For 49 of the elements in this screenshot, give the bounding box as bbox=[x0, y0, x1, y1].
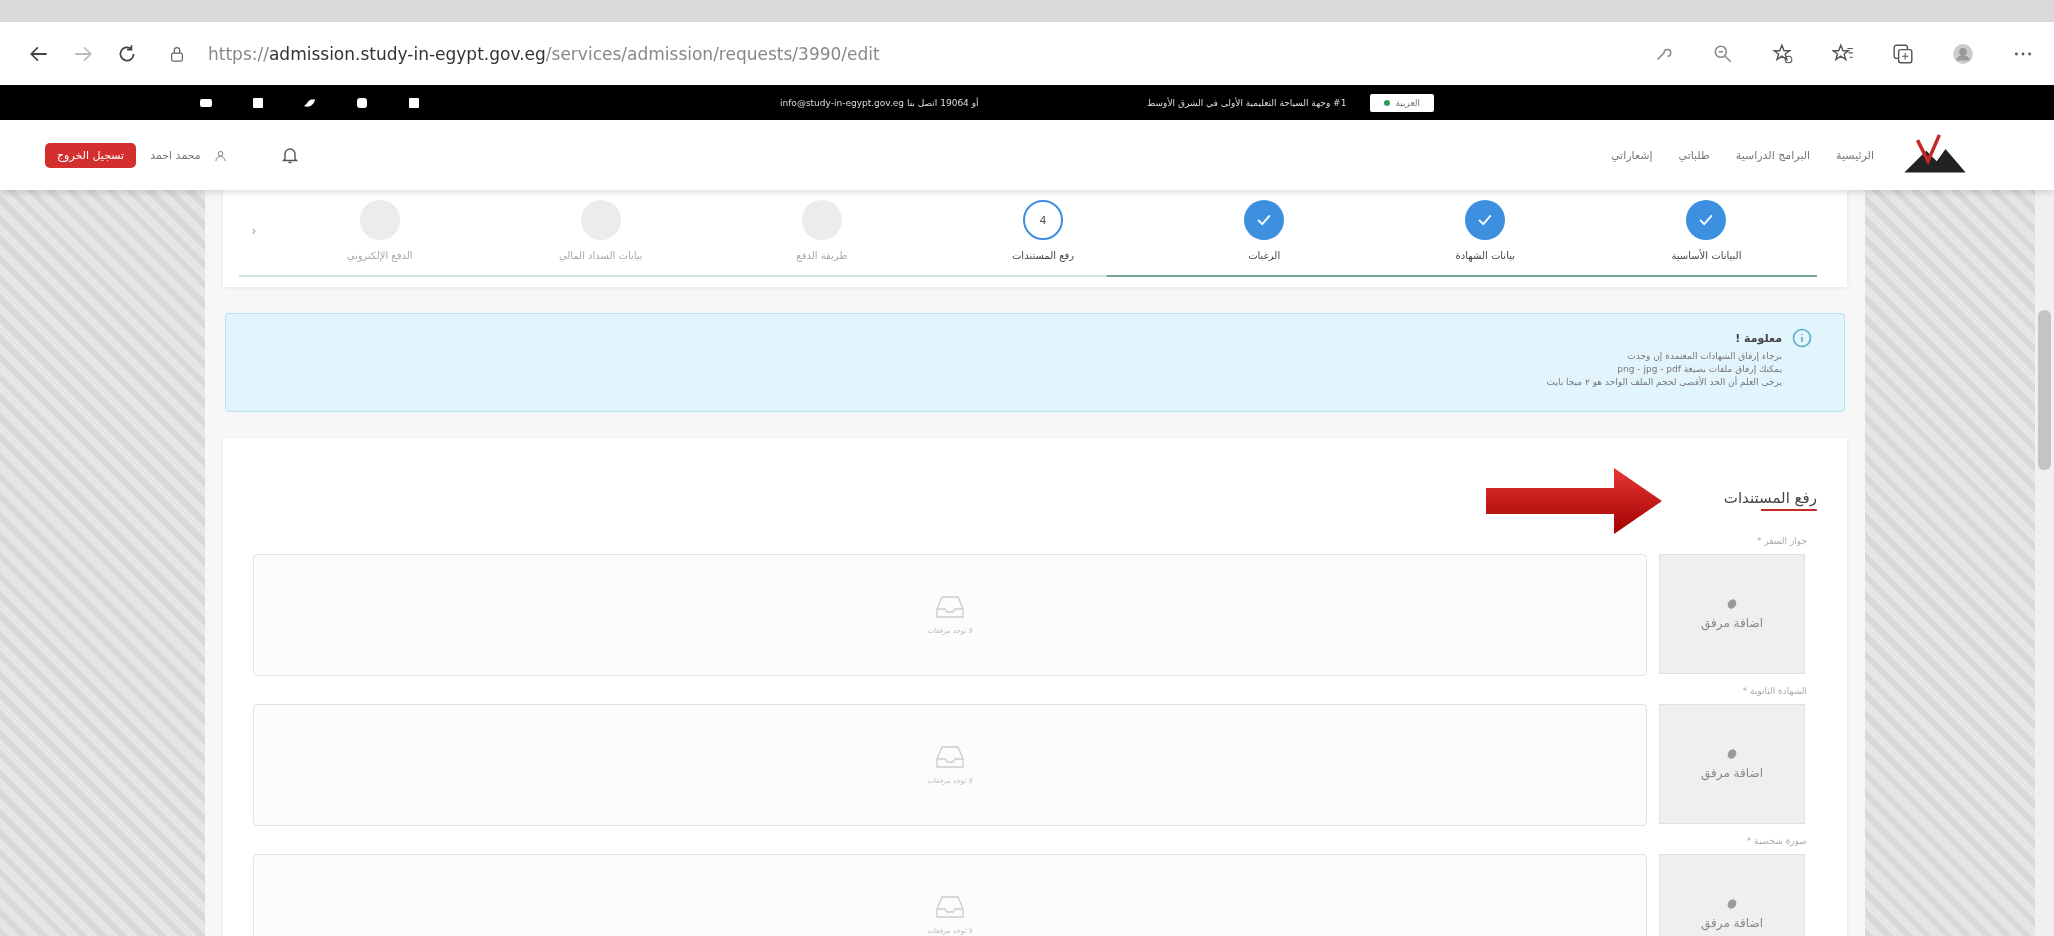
add-attachment-button[interactable]: اضافة مرفق bbox=[1659, 854, 1805, 936]
add-attachment-button[interactable]: اضافة مرفق bbox=[1659, 704, 1805, 824]
user-name[interactable]: محمد احمد bbox=[150, 148, 201, 162]
step-item[interactable]: طريقة الدفع bbox=[711, 200, 933, 261]
nav-link[interactable]: الرئيسية bbox=[1836, 148, 1874, 162]
inbox-tray-icon bbox=[935, 895, 965, 919]
profile-avatar-icon[interactable] bbox=[1952, 42, 1974, 65]
square-logo-icon[interactable] bbox=[408, 97, 420, 108]
step-item[interactable]: الدفع الإلكتروني bbox=[269, 200, 491, 261]
field-label: الشهادة الثانوية * bbox=[1741, 686, 1807, 696]
language-button[interactable]: العربية bbox=[1370, 93, 1434, 112]
nav-link[interactable]: طلباتي bbox=[1678, 148, 1710, 162]
video-icon[interactable] bbox=[200, 97, 212, 108]
add-attachment-button[interactable]: اضافة مرفق bbox=[1659, 554, 1805, 674]
step-item[interactable]: بيانات السداد المالي bbox=[490, 200, 712, 261]
inbox-tray-icon bbox=[935, 745, 965, 769]
step-label: رفع المستندات bbox=[1011, 250, 1075, 261]
contact-text: info@study-in-egypt.gov.eg أو 19064 اتصل بنا bbox=[780, 97, 979, 108]
nav-link[interactable]: البرامج الدراسية bbox=[1735, 148, 1811, 162]
step-label: الدفع الإلكتروني bbox=[346, 250, 413, 261]
lock-icon[interactable] bbox=[168, 44, 186, 63]
info-text: يرجى العلم أن الحد الأقصى لحجم الملف الواحد هو ٢ ميجا بايت bbox=[1545, 377, 1782, 387]
previous-step-arrow[interactable]: ‹ bbox=[239, 223, 269, 238]
section-title: رفع المستندات bbox=[1723, 489, 1817, 513]
scrollbar[interactable] bbox=[2035, 190, 2054, 936]
nav-link[interactable]: إشعاراتي bbox=[1610, 148, 1653, 162]
address-bar[interactable]: https://admission.study-in-egypt.gov.eg/services/admission/requests/3990/edit bbox=[208, 43, 1630, 64]
logout-button[interactable]: تسجيل الخروج bbox=[45, 142, 137, 168]
step-label: بيانات الشهادة bbox=[1455, 250, 1515, 261]
step-item[interactable]: البيانات الأساسية bbox=[1595, 200, 1817, 261]
user-icon bbox=[214, 149, 226, 161]
collections-icon[interactable] bbox=[1892, 42, 1914, 65]
field-label: جواز السفر * bbox=[1755, 536, 1807, 546]
info-title: معلومة ! bbox=[1735, 331, 1782, 345]
field-label: صورة شخصية * bbox=[1745, 836, 1807, 846]
inbox-tray-icon bbox=[935, 595, 965, 619]
add-favorite-icon[interactable] bbox=[1772, 42, 1794, 65]
step-label: بيانات السداد المالي bbox=[558, 250, 643, 261]
bell-icon[interactable] bbox=[279, 145, 300, 165]
step-circle: 4 bbox=[1023, 200, 1063, 240]
step-label: طريقة الدفع bbox=[796, 250, 848, 261]
info-icon bbox=[1792, 328, 1812, 348]
tagline-text: #1 وجهة السياحة التعليمية الأولى في الشرق الأوسط bbox=[1147, 97, 1347, 108]
info-text: يمكنك إرفاق ملفات بصيغة png - jpg - pdf bbox=[1616, 364, 1782, 374]
step-label: الرغبات bbox=[1248, 250, 1281, 261]
info-text: برجاء إرفاق الشهادات المعتمدة إن وجدت bbox=[1626, 351, 1782, 361]
step-item[interactable]: بيانات الشهادة bbox=[1374, 200, 1596, 261]
step-item[interactable]: الرغبات bbox=[1153, 200, 1375, 261]
step-label: البيانات الأساسية bbox=[1671, 250, 1742, 261]
